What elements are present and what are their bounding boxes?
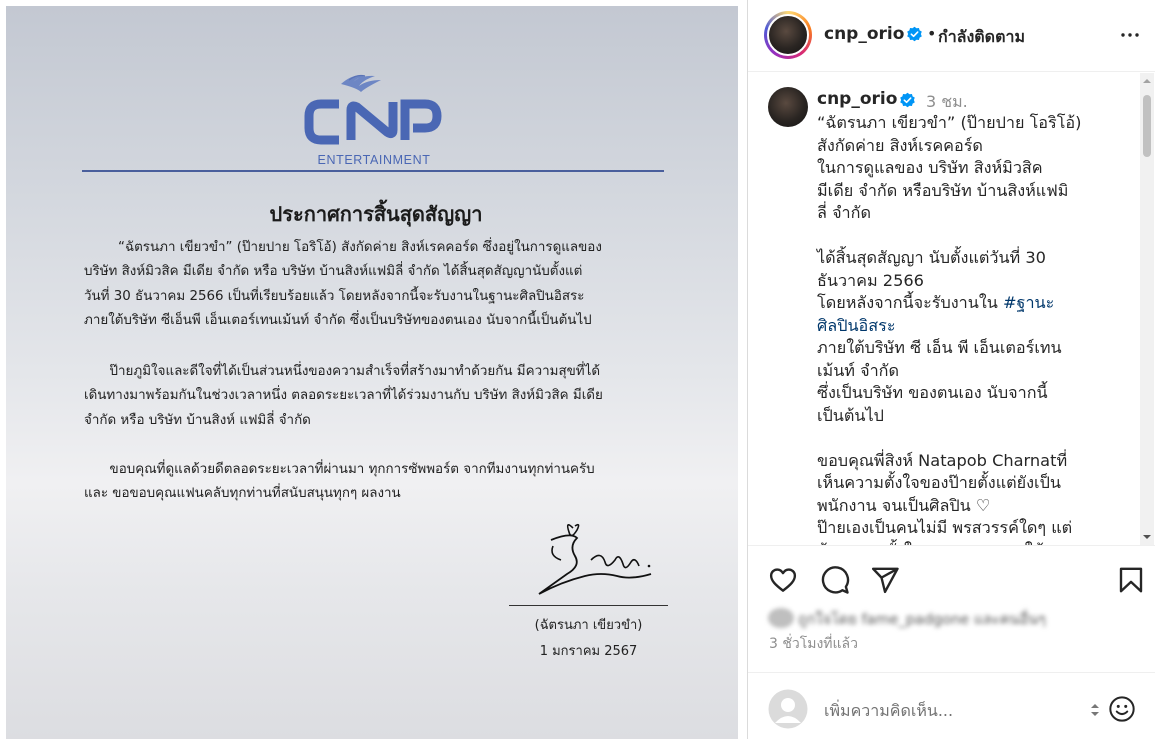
comment-bar <box>748 672 1155 739</box>
announcement-line: ภายใต้บริษัท ซีเอ็นพี เอ็นเตอร์เทนเม้นท์… <box>84 312 592 328</box>
caption-line: เม้นท์ จำกัด <box>817 360 1117 383</box>
announcement-paragraph-3: ขอบคุณที่ดูแลด้วยดีตลอดระยะเวลาที่ผ่านมา… <box>84 458 674 507</box>
verified-badge-icon <box>900 92 915 108</box>
caption-line: เป็นต้นไป <box>817 405 1117 428</box>
post-age[interactable]: 3 ชั่วโมงที่แล้ว <box>769 633 858 655</box>
announcement-paragraph-2: ป๊ายภูมิใจและดีใจที่ได้เป็นส่วนหนึ่งของค… <box>84 360 674 433</box>
post-image[interactable]: ENTERTAINMENT ประกาศการสิ้นสุดสัญญา “ฉัต… <box>6 6 738 739</box>
caption-line: โดยหลังจากนี้จะรับงานใน #ฐานะ <box>817 292 1117 315</box>
caption-line: ซึ่งเป็นบริษัท ของตนเอง นับจากนี้ <box>817 382 1117 405</box>
caption-line-text: ธันวาคม 2566 <box>817 270 924 290</box>
caption-line: ขอบคุณพี่สิงห์ Natapob Charnatที่ <box>817 450 1117 473</box>
user-avatar-icon <box>768 689 808 729</box>
comment-icon[interactable] <box>820 565 850 595</box>
signature-date: 1 มกราคม 2567 <box>539 644 638 659</box>
liker-avatars <box>768 608 794 628</box>
caption-line-text: ซึ่งเป็นบริษัท ของตนเอง นับจากนี้ <box>817 383 1048 402</box>
post-header: cnp_orio • กำลังติดตาม <box>748 0 1155 72</box>
caption-line-text: พนักงาน จนเป็นศิลปิน ♡ <box>817 495 991 515</box>
cnp-logo: ENTERTAINMENT <box>304 74 442 166</box>
announcement-line: บริษัท สิงห์มิวสิค มีเดีย จำกัด หรือ บริ… <box>84 264 583 280</box>
announcement-paragraph-1: “ฉัตรนภา เขียวขำ” (ป๊ายปาย โอริโอ้) สังก… <box>84 236 674 333</box>
scroll-down-arrow-icon[interactable] <box>1143 533 1151 541</box>
hashtag-link[interactable]: ศิลปินอิสระ <box>817 316 896 335</box>
scrollbar-thumb[interactable] <box>1143 95 1151 157</box>
announcement-line: “ฉัตรนภา เขียวขำ” (ป๊ายปาย โอริโอ้) สังก… <box>84 240 602 255</box>
caption-line: สังกัดค่าย สิงห์เรคคอร์ด <box>817 135 1117 158</box>
caption-username[interactable]: cnp_orio <box>817 89 897 109</box>
caption-avatar[interactable] <box>768 87 808 127</box>
action-bar <box>748 545 1155 595</box>
caption-line: ในการดูแลของ บริษัท สิงห์มิวสิค <box>817 157 1117 180</box>
announcement-line: เดินทางมาพร้อมกันในช่วงเวลาหนึ่ง ตลอดระย… <box>84 388 603 404</box>
caption-line <box>817 225 1117 248</box>
caption-line: “ฉัตรนภา เขียวขำ” (ป๊ายปาย โอริโอ้) <box>817 112 1117 135</box>
hashtag-link[interactable]: #ฐานะ <box>1003 293 1054 312</box>
more-horizontal-icon[interactable] <box>1118 23 1142 47</box>
announcement-line: จำกัด หรือ บริษัท บ้านสิงห์ แฟมิลี่ จำกั… <box>84 412 311 428</box>
bookmark-icon[interactable] <box>1116 565 1146 595</box>
caption-line-text: ได้สิ้นสุดสัญญา นับตั้งแต่วันที่ 30 <box>817 248 1046 267</box>
announcement-line: ขอบคุณที่ดูแลด้วยดีตลอดระยะเวลาที่ผ่านมา… <box>84 462 595 477</box>
caption-line-text: มีเดีย จำกัด หรือบริษัท บ้านสิงห์แฟมิ <box>817 180 1069 200</box>
caption-line-text: ภายใต้บริษัท ซี เอ็น พี เอ็นเตอร์เทน <box>817 338 1062 357</box>
logo-text: ENTERTAINMENT <box>318 153 431 166</box>
caption-line: ธันวาคม 2566 <box>817 270 1117 293</box>
following-button[interactable]: กำลังติดตาม <box>938 25 1025 50</box>
announcement-line: วันที่ 30 ธันวาคม 2566 เป็นที่เรียบร้อยแ… <box>84 288 585 304</box>
scroll-stepper-icon[interactable] <box>1088 701 1102 719</box>
signature-image <box>538 523 652 595</box>
comment-input[interactable] <box>824 697 1074 723</box>
announcement-line: ป๊ายภูมิใจและดีใจที่ได้เป็นส่วนหนึ่งของค… <box>84 364 601 379</box>
caption-line-text: เป็นต้นไป <box>817 405 884 425</box>
caption-area: cnp_orio 3 ชม. “ฉัตรนภา เขียวขำ” (ป๊ายปา… <box>748 73 1155 545</box>
caption-line: มีเดีย จำกัด หรือบริษัท บ้านสิงห์แฟมิ <box>817 180 1117 203</box>
likes-row[interactable]: ถูกใจโดย fame_padgone และคนอื่นๆ <box>768 604 1148 632</box>
caption-line: เห็นความตั้งใจของป๊ายตั้งแต่ยังเป็น <box>817 472 1117 495</box>
caption-line-text: เห็นความตั้งใจของป๊ายตั้งแต่ยังเป็น <box>817 473 1061 492</box>
caption-line: พนักงาน จนเป็นศิลปิน ♡ <box>817 495 1117 518</box>
separator-dot: • <box>927 24 937 43</box>
share-icon[interactable] <box>870 565 900 595</box>
emoji-icon[interactable] <box>1108 695 1136 723</box>
signature-line <box>509 605 668 606</box>
caption-line-text: ในการดูแลของ บริษัท สิงห์มิวสิค <box>817 158 1043 177</box>
post-panel: cnp_orio • กำลังติดตาม cnp_orio 3 ชม. “ฉ… <box>747 0 1155 739</box>
caption-line-text: ขอบคุณพี่สิงห์ Natapob Charnatที่ <box>817 450 1068 470</box>
caption-line-text: ป๊ายเองเป็นคนไม่มี พรสวรรค์ใดๆ แต่ <box>817 518 1073 537</box>
avatar[interactable] <box>767 14 809 56</box>
caption-line-text: โดยหลังจากนี้จะรับงานใน <box>817 293 1003 312</box>
caption-line: ศิลปินอิสระ <box>817 315 1117 338</box>
caption-line: ลี่ จำกัด <box>817 202 1117 225</box>
scroll-up-arrow-icon[interactable] <box>1143 77 1151 85</box>
caption-line-text: เม้นท์ จำกัด <box>817 360 899 380</box>
caption-line-text: สังกัดค่าย สิงห์เรคคอร์ด <box>817 135 983 155</box>
caption-line <box>817 427 1117 450</box>
announcement-title: ประกาศการสิ้นสุดสัญญา <box>269 202 483 226</box>
caption-line: ได้สิ้นสุดสัญญา นับตั้งแต่วันที่ 30 <box>817 247 1117 270</box>
caption-line: ภายใต้บริษัท ซี เอ็น พี เอ็นเตอร์เทน <box>817 337 1117 360</box>
caption-line: ป๊ายเองเป็นคนไม่มี พรสวรรค์ใดๆ แต่ <box>817 517 1117 540</box>
announcement-line: และ ขอขอบคุณแฟนคลับทุกท่านที่สนับสนุนทุก… <box>84 486 401 502</box>
caption-line-text: “ฉัตรนภา เขียวขำ” (ป๊ายปาย โอริโอ้) <box>817 113 1082 132</box>
heart-icon[interactable] <box>768 565 798 595</box>
verified-badge-icon <box>907 26 922 42</box>
logo-divider <box>82 170 664 172</box>
caption-text: “ฉัตรนภา เขียวขำ” (ป๊ายปาย โอริโอ้) สังกั… <box>817 112 1117 545</box>
header-username[interactable]: cnp_orio <box>824 24 904 44</box>
likes-text[interactable]: ถูกใจโดย fame_padgone และคนอื่นๆ <box>798 608 1046 631</box>
caption-line-text: ลี่ จำกัด <box>817 203 871 222</box>
signature-name: (ฉัตรนภา เขียวขำ) <box>534 618 643 633</box>
